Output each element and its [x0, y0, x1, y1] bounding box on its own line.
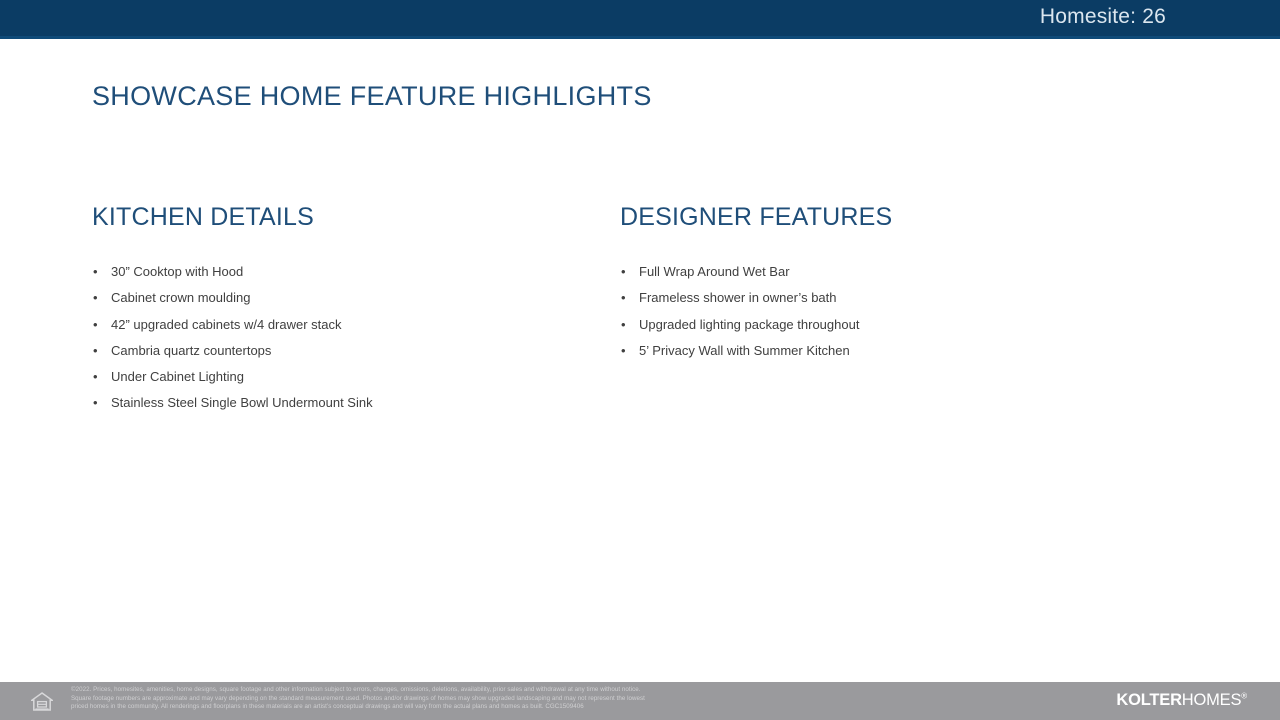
list-item: • 30” Cooktop with Hood — [92, 259, 592, 285]
bullet-icon: • — [93, 369, 98, 385]
bullet-icon: • — [93, 316, 98, 332]
list-item-label: Upgraded lighting package throughout — [639, 316, 860, 332]
list-item: • Stainless Steel Single Bowl Undermount … — [92, 390, 592, 416]
designer-features-section: DESIGNER FEATURES • Full Wrap Around Wet … — [620, 203, 1140, 364]
list-item: • 5’ Privacy Wall with Summer Kitchen — [620, 338, 1140, 364]
designer-features-list: • Full Wrap Around Wet Bar • Frameless sho… — [620, 259, 1140, 364]
list-item: • Cambria quartz countertops — [92, 338, 592, 364]
registered-trademark-icon: ® — [1241, 691, 1247, 701]
legal-disclaimer: ©2022. Prices, homesites, amenities, hom… — [71, 686, 1081, 712]
disclaimer-line: priced homes in the community. All rende… — [71, 703, 584, 711]
bullet-icon: • — [621, 316, 626, 332]
bullet-icon: • — [621, 264, 626, 279]
logo-kolter-text: KOLTER — [1116, 691, 1182, 709]
list-item: • Under Cabinet Lighting — [92, 364, 592, 390]
disclaimer-line: ©2022. Prices, homesites, amenities, hom… — [71, 686, 641, 693]
list-item: • Upgraded lighting package throughout — [620, 312, 1140, 338]
list-item: • Cabinet crown moulding — [92, 285, 592, 311]
list-item-label: 30” Cooktop with Hood — [111, 264, 244, 279]
designer-features-heading: DESIGNER FEATURES — [620, 203, 893, 231]
list-item-label: 5’ Privacy Wall with Summer Kitchen — [639, 342, 850, 358]
page-title: SHOWCASE HOME FEATURE HIGHLIGHTS — [92, 81, 652, 111]
list-item-label: Full Wrap Around Wet Bar — [639, 264, 790, 279]
bullet-icon: • — [621, 290, 626, 306]
list-item: • Frameless shower in owner’s bath — [620, 285, 1140, 311]
list-item-label: Under Cabinet Lighting — [111, 369, 244, 385]
bullet-icon: • — [93, 264, 98, 279]
list-item-label: 42” upgraded cabinets w/4 drawer stack — [111, 316, 342, 332]
top-header-bar: Homesite: 26 — [0, 0, 1280, 39]
kitchen-details-section: KITCHEN DETAILS • 30” Cooktop with Hood •… — [92, 203, 592, 417]
logo-homes-text: HOMES — [1181, 691, 1242, 709]
disclaimer-line: Square footage numbers are approximate a… — [71, 694, 645, 702]
bullet-icon: • — [93, 290, 98, 306]
kitchen-details-list: • 30” Cooktop with Hood • Cabinet crown mo… — [92, 259, 592, 417]
list-item: • Full Wrap Around Wet Bar — [620, 259, 1140, 285]
homesite-label: Homesite: 26 — [1039, 5, 1166, 28]
list-item: • 42” upgraded cabinets w/4 drawer stack — [92, 312, 592, 338]
equal-housing-opportunity-icon — [31, 692, 53, 711]
list-item-label: Cambria quartz countertops — [111, 342, 272, 358]
list-item-label: Cabinet crown moulding — [111, 290, 251, 306]
list-item-label: Frameless shower in owner’s bath — [639, 290, 837, 306]
kitchen-details-heading: KITCHEN DETAILS — [92, 203, 315, 231]
header-accent-line — [0, 36, 1280, 39]
kolter-homes-logo: KOLTERHOMES® — [1116, 691, 1247, 710]
bullet-icon: • — [93, 395, 98, 411]
bullet-icon: • — [621, 342, 626, 358]
bullet-icon: • — [93, 342, 98, 358]
list-item-label: Stainless Steel Single Bowl Undermount S… — [111, 395, 373, 411]
